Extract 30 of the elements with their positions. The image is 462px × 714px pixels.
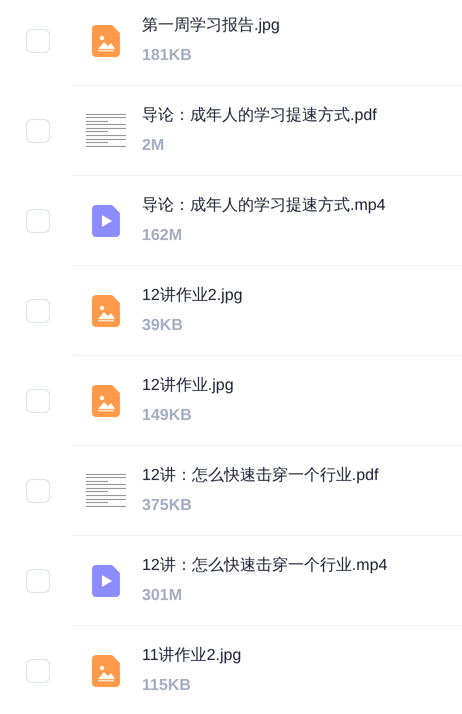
- image-file-icon: [92, 24, 120, 56]
- file-size: 301M: [142, 586, 184, 606]
- file-size: 2M: [142, 136, 166, 156]
- checkbox[interactable]: [26, 389, 50, 413]
- file-size: 149KB: [142, 406, 193, 426]
- checkbox[interactable]: [26, 479, 50, 503]
- image-file-icon: [92, 384, 120, 416]
- video-file-icon: [92, 204, 120, 236]
- file-name: 12讲作业2.jpg: [142, 286, 242, 306]
- file-size: 375KB: [142, 496, 193, 516]
- file-name: 12讲：怎么快速击穿一个行业.mp4: [142, 556, 388, 576]
- checkbox[interactable]: [26, 29, 50, 53]
- file-name: 12讲：怎么快速击穿一个行业.pdf: [142, 466, 378, 486]
- checkbox[interactable]: [26, 569, 50, 593]
- file-name: 11讲作业2.jpg: [142, 646, 242, 666]
- image-file-icon: [92, 655, 120, 687]
- file-size: 39KB: [142, 316, 184, 336]
- checkbox[interactable]: [26, 119, 50, 143]
- checkbox[interactable]: [26, 209, 50, 233]
- file-name: 12讲作业.jpg: [142, 376, 234, 396]
- file-name: 导论：成年人的学习提速方式.mp4: [142, 196, 386, 216]
- file-name: 第一周学习报告.jpg: [142, 16, 280, 36]
- file-size: 162M: [142, 226, 184, 246]
- checkbox[interactable]: [26, 299, 50, 323]
- file-size: 181KB: [142, 46, 193, 66]
- video-file-icon: [92, 564, 120, 596]
- file-size: 115KB: [142, 676, 192, 696]
- checkbox[interactable]: [26, 659, 50, 683]
- file-name: 导论：成年人的学习提速方式.pdf: [142, 106, 377, 126]
- image-file-icon: [92, 294, 120, 326]
